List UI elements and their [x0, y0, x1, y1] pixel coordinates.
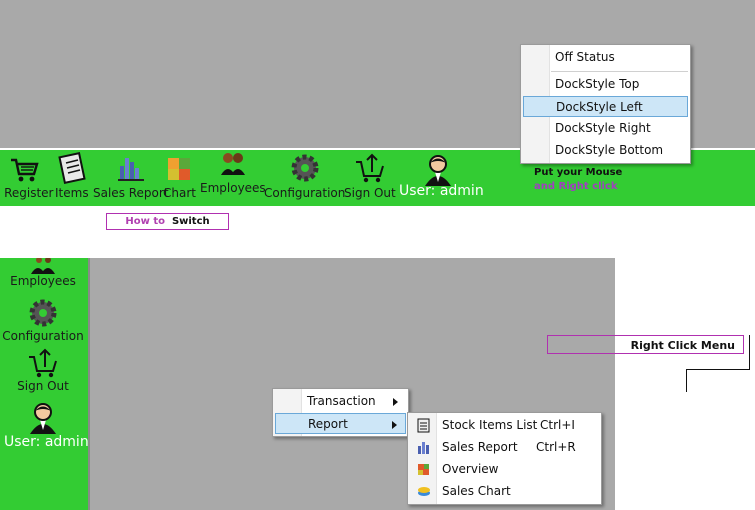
- toolbar-item-sign-out[interactable]: Sign Out: [344, 152, 396, 200]
- menu-item-report[interactable]: Report: [275, 413, 406, 434]
- side-toolbar: Employees Configuration Sign Out: [0, 258, 90, 510]
- notepad-icon: [58, 152, 86, 184]
- toolbar-item-configuration[interactable]: Configuration: [264, 152, 345, 200]
- gear-icon: [291, 154, 319, 182]
- menu-item-transaction[interactable]: Transaction: [275, 391, 406, 412]
- menu-item-overview[interactable]: Overview: [410, 459, 599, 480]
- right-click-hint: Put your Mouse and Right click: [534, 167, 623, 192]
- submenu-arrow-icon: [393, 398, 398, 406]
- report-chart-icon: [117, 158, 144, 181]
- employees-icon: [31, 258, 55, 274]
- side-item-configuration[interactable]: Configuration: [0, 297, 86, 343]
- toolbar-label: Chart: [163, 186, 196, 200]
- menu-item-stock-items-list[interactable]: Stock Items List Ctrl+I: [410, 415, 599, 436]
- toolbar-label: Configuration: [264, 186, 346, 200]
- sales-chart-icon: [418, 487, 430, 496]
- side-item-sign-out[interactable]: Sign Out: [0, 347, 86, 393]
- connector-line: [749, 335, 750, 369]
- overview-icon: [418, 464, 429, 475]
- cart-icon: [10, 158, 39, 182]
- report-submenu: Stock Items List Ctrl+I Sales Report Ctr…: [407, 412, 602, 505]
- list-icon: [417, 418, 430, 433]
- toolbar-label: Sales Report: [93, 186, 169, 200]
- menu-separator: [551, 71, 688, 72]
- menu-item-dock-right[interactable]: DockStyle Right: [523, 118, 688, 139]
- report-chart-icon: [418, 442, 429, 454]
- toolbar-item-items[interactable]: Items: [55, 152, 89, 200]
- side-user-label: User: admin: [4, 434, 89, 450]
- user-avatar-icon: [30, 403, 56, 434]
- toolbar-item-employees[interactable]: Employees: [200, 147, 266, 195]
- menu-item-dock-top[interactable]: DockStyle Top: [523, 74, 688, 95]
- toolbar-item-register[interactable]: s Register: [0, 152, 53, 200]
- menu-item-dock-left[interactable]: DockStyle Left: [523, 96, 688, 117]
- submenu-arrow-icon: [392, 421, 397, 429]
- how-to-switch-label: How to Switch: [106, 213, 229, 230]
- gear-icon: [29, 299, 57, 327]
- dock-style-menu: Off Status DockStyle Top DockStyle Left …: [520, 44, 691, 164]
- toolbar-label: Sign Out: [344, 186, 396, 200]
- cart-arrow-icon: [355, 153, 384, 183]
- cart-arrow-icon: [29, 348, 57, 378]
- menu-item-sales-chart[interactable]: Sales Chart: [410, 481, 599, 502]
- employees-icon: [220, 153, 245, 175]
- toolbar-label: Employees: [200, 181, 266, 195]
- toolbar-item-chart[interactable]: Chart: [163, 152, 196, 200]
- context-menu: Transaction Report: [272, 388, 409, 437]
- top-user-label: User: admin: [399, 183, 484, 199]
- user-avatar-icon: [425, 155, 451, 186]
- chart-icon: [168, 158, 191, 180]
- menu-item-off-status[interactable]: Off Status: [523, 47, 688, 68]
- right-click-menu-label: Right Click Menu: [547, 335, 744, 354]
- side-item-employees[interactable]: Employees: [0, 258, 86, 288]
- connector-line: [686, 369, 750, 370]
- menu-item-sales-report[interactable]: Sales Report Ctrl+R: [410, 437, 599, 458]
- toolbar-label: s Register: [0, 186, 54, 200]
- toolbar-item-sales-report[interactable]: Sales Report: [93, 152, 169, 200]
- menu-item-dock-bottom[interactable]: DockStyle Bottom: [523, 140, 688, 161]
- toolbar-label: Items: [55, 186, 89, 200]
- connector-line: [686, 369, 687, 392]
